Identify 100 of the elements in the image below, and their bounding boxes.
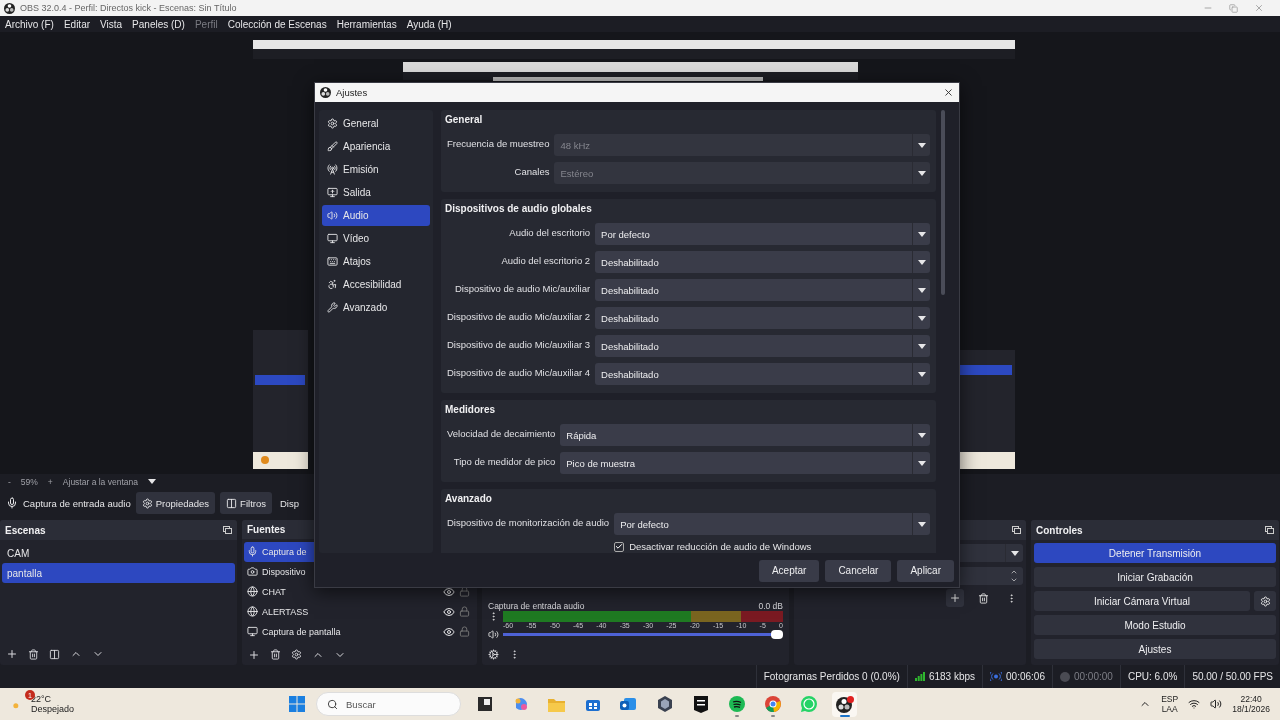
down-icon[interactable] — [1010, 576, 1018, 584]
slider-thumb[interactable] — [771, 630, 783, 639]
music-icon[interactable] — [728, 696, 745, 712]
dropdown[interactable]: Deshabilitado — [595, 279, 930, 301]
menu-item[interactable]: Paneles (D) — [132, 18, 185, 30]
menu-item[interactable]: Editar — [63, 18, 91, 30]
sidebar-item[interactable]: Vídeo — [322, 228, 430, 249]
menu-item[interactable]: Vista — [100, 18, 123, 30]
panel-title: Fuentes — [247, 523, 286, 535]
camera-icon — [247, 566, 258, 578]
sidebar-item[interactable]: Audio — [322, 205, 430, 226]
status-text: 00:00:00 — [1073, 671, 1113, 682]
up-icon[interactable] — [1010, 568, 1018, 576]
checkbox[interactable] — [614, 541, 625, 552]
add-button[interactable] — [946, 589, 964, 607]
settings-button[interactable] — [1254, 591, 1276, 611]
globe-icon — [247, 606, 258, 618]
sidebar-item[interactable]: Accesibilidad — [322, 274, 430, 295]
lock-icon[interactable] — [459, 626, 470, 638]
browser-icon[interactable] — [764, 696, 781, 712]
sidebar-item[interactable]: Atajos — [322, 251, 430, 272]
scene-item[interactable]: pantalla — [2, 563, 235, 583]
add-icon[interactable] — [6, 648, 18, 660]
tiles-icon[interactable] — [476, 696, 493, 712]
start-button[interactable] — [289, 696, 306, 712]
add-icon[interactable] — [248, 648, 260, 661]
eye-icon[interactable] — [443, 585, 455, 598]
channel-name: Captura de entrada audio — [488, 601, 585, 611]
dropdown[interactable]: Por defecto — [614, 513, 930, 535]
trash-icon[interactable] — [977, 592, 989, 604]
volume-slider[interactable] — [503, 629, 783, 640]
status-text: 6183 kbps — [928, 671, 976, 682]
menu-item[interactable]: Colección de Escenas — [227, 18, 327, 30]
window-title: OBS 32.0.4 - Perfil: Directos kick - Escenas: Sin Título — [20, 3, 237, 13]
dropdown[interactable]: Por defecto — [595, 223, 930, 245]
trash-icon[interactable] — [270, 649, 281, 661]
microphone-icon — [247, 546, 258, 558]
dialog-button[interactable]: Aplicar — [897, 559, 954, 582]
signal-icon — [914, 672, 925, 681]
control-button[interactable]: Modo Estudio — [1034, 615, 1276, 635]
launcher-icon[interactable] — [693, 695, 708, 713]
sidebar-item[interactable]: Emisión — [322, 159, 430, 180]
zoom-out-button[interactable]: - — [8, 476, 11, 487]
sidebar-item[interactable]: General — [322, 113, 430, 134]
scene-item[interactable]: CAM — [2, 543, 235, 563]
sidebar-item[interactable]: Avanzado — [322, 297, 430, 318]
close-icon[interactable] — [943, 87, 954, 98]
gear-icon — [141, 497, 153, 509]
fit-option[interactable]: Ajustar a la ventana — [62, 476, 138, 487]
toolbar-button[interactable]: Disp — [277, 492, 299, 514]
field-label: Dispositivo de audio Mic/auxiliar 3 — [446, 338, 591, 350]
sidebar-item[interactable]: Salida — [322, 182, 430, 203]
source-item[interactable]: CHAT — [244, 581, 475, 602]
lock-icon[interactable] — [459, 606, 470, 618]
source-item[interactable]: ALERTASS — [244, 601, 475, 622]
trash-icon[interactable] — [28, 648, 39, 660]
control-button[interactable]: Ajustes — [1034, 639, 1276, 659]
dropdown[interactable]: Pico de muestra — [560, 452, 930, 474]
mail-icon[interactable] — [620, 696, 638, 712]
toolbar-button[interactable]: Filtros — [220, 492, 272, 514]
toolbar-button[interactable]: Propiedades — [135, 492, 216, 514]
panel-icon[interactable] — [49, 648, 60, 660]
wrench-icon — [327, 302, 338, 313]
zoom-in-button[interactable]: + — [47, 476, 53, 487]
scrollbar-thumb[interactable] — [941, 110, 945, 295]
globe-icon — [247, 586, 258, 598]
menu-item[interactable]: Ayuda (H) — [406, 18, 452, 30]
speaker-icon[interactable] — [488, 629, 499, 640]
eye-icon[interactable] — [443, 625, 455, 638]
source-item[interactable]: Dispositivo — [244, 561, 475, 582]
float-icon[interactable] — [1265, 526, 1274, 534]
eye-icon[interactable] — [443, 605, 455, 618]
menu-item[interactable]: Archivo (F) — [5, 18, 54, 30]
dropdown[interactable]: Deshabilitado — [595, 363, 930, 385]
caret-icon — [917, 460, 926, 466]
cube-icon[interactable] — [656, 696, 673, 712]
clock[interactable]: 22:40 18/1/2026 — [1232, 693, 1270, 715]
dialog-button[interactable]: Cancelar — [825, 559, 892, 582]
float-icon[interactable] — [223, 526, 232, 534]
float-icon[interactable] — [1012, 526, 1021, 534]
field-label: Dispositivo de monitorización de audio — [446, 516, 610, 528]
dialog-button[interactable]: Aceptar — [758, 559, 820, 582]
dropdown[interactable]: Deshabilitado — [595, 335, 930, 357]
gear-icon[interactable] — [291, 649, 302, 661]
language-indicator[interactable]: ESP LAA — [1161, 693, 1179, 715]
control-button[interactable]: Iniciar Cámara Virtual — [1034, 591, 1250, 611]
search-field[interactable]: Buscar — [316, 692, 462, 716]
brush-icon — [327, 141, 338, 152]
volume-icon[interactable] — [1210, 698, 1223, 710]
source-item[interactable]: Captura de pantalla — [244, 621, 475, 642]
control-button[interactable]: Detener Transmisión — [1034, 543, 1276, 563]
menu-item[interactable]: Herramientas — [336, 18, 397, 30]
dropdown[interactable]: Deshabilitado — [595, 307, 930, 329]
control-button[interactable]: Iniciar Grabación — [1034, 567, 1276, 587]
dropdown[interactable]: Rápida — [560, 424, 930, 446]
cog-icon[interactable] — [488, 648, 499, 660]
dropdown[interactable]: Deshabilitado — [595, 251, 930, 273]
wifi-icon[interactable] — [1188, 698, 1201, 710]
monitor-icon — [247, 626, 258, 638]
sidebar-item[interactable]: Apariencia — [322, 136, 430, 157]
